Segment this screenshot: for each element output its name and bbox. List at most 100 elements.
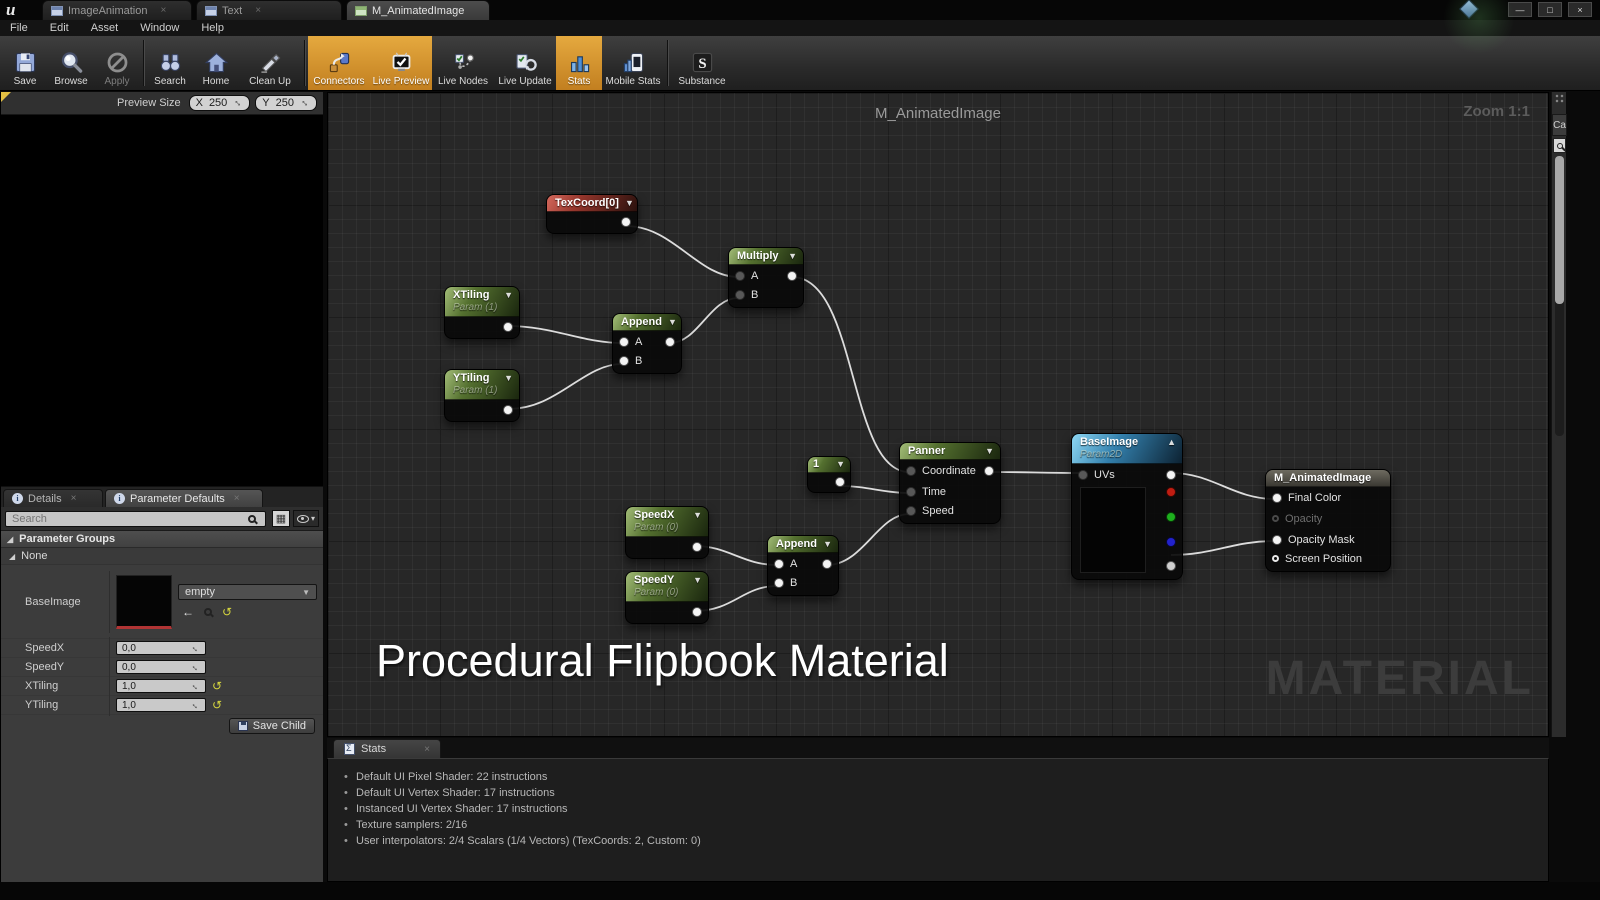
maximize-button[interactable]: □: [1538, 2, 1562, 17]
menu-help[interactable]: Help: [201, 22, 224, 34]
speedy-input[interactable]: 0,0 ↔: [116, 660, 206, 674]
home-button[interactable]: Home: [193, 36, 239, 90]
input-pin-b[interactable]: [735, 289, 745, 300]
drag-handle-icon[interactable]: ↔: [189, 641, 202, 654]
preview-y-spinbox[interactable]: Y 250 ↔: [255, 95, 317, 111]
chevron-down-icon[interactable]: ▼: [693, 574, 702, 585]
drag-handle-icon[interactable]: ↔: [189, 660, 202, 673]
output-pin[interactable]: [621, 217, 631, 227]
chevron-up-icon[interactable]: ▲: [1167, 436, 1176, 447]
node-constant-one[interactable]: 1 ▼: [807, 456, 851, 493]
input-pin-b[interactable]: [619, 355, 629, 366]
node-append-speed[interactable]: Append ▼ A B: [767, 535, 839, 596]
menu-asset[interactable]: Asset: [91, 22, 119, 34]
panel-grip-icon[interactable]: [1555, 94, 1564, 108]
chevron-down-icon[interactable]: ▼: [504, 372, 513, 383]
input-pin-time[interactable]: [906, 486, 916, 497]
vertical-scrollbar[interactable]: [1555, 156, 1564, 436]
output-pin[interactable]: [835, 477, 845, 487]
node-multiply[interactable]: Multiply ▼ A B: [728, 247, 804, 308]
node-texcoord[interactable]: TexCoord[0] ▼: [546, 194, 638, 234]
input-pin-coordinate[interactable]: [906, 465, 916, 476]
chevron-down-icon[interactable]: ▼: [823, 538, 832, 549]
input-pin-uvs[interactable]: [1078, 469, 1088, 480]
palette-search-icon[interactable]: [1553, 138, 1566, 153]
input-pin-screen-position[interactable]: [1272, 555, 1279, 562]
grid-view-button[interactable]: ▦: [272, 510, 290, 527]
close-tab-icon[interactable]: ×: [234, 493, 240, 504]
tab-parameter-defaults[interactable]: i Parameter Defaults ×: [105, 489, 263, 507]
search-input[interactable]: [5, 510, 266, 527]
drag-handle-icon[interactable]: ↔: [298, 95, 313, 110]
input-pin-a[interactable]: [774, 558, 784, 569]
node-append-tiling[interactable]: Append ▼ A B: [612, 313, 682, 374]
chevron-down-icon[interactable]: ▼: [693, 509, 702, 520]
scrollbar-thumb[interactable]: [1555, 156, 1564, 304]
output-pin[interactable]: [665, 336, 675, 347]
menu-window[interactable]: Window: [140, 22, 179, 34]
node-baseimage-texture[interactable]: BaseImage Param2D ▲ UVs: [1071, 433, 1183, 581]
node-material-output[interactable]: M_AnimatedImage Final Color Opacity Opac…: [1265, 469, 1391, 572]
chevron-down-icon[interactable]: ▼: [836, 458, 845, 469]
window-tab-imageanimation[interactable]: ImageAnimation ×: [42, 0, 192, 20]
output-pin[interactable]: [692, 607, 702, 618]
palette-side-tab[interactable]: Ca: [1552, 114, 1567, 136]
node-speedy[interactable]: SpeedY Param (0) ▼: [625, 571, 709, 625]
close-tab-icon[interactable]: ×: [255, 5, 261, 16]
input-pin-b[interactable]: [774, 577, 784, 588]
chevron-down-icon[interactable]: ▼: [625, 197, 634, 208]
input-pin-opacity[interactable]: [1272, 515, 1279, 522]
xtiling-input[interactable]: 1,0 ↔: [116, 679, 206, 693]
material-preview-viewport[interactable]: [1, 115, 323, 487]
node-xtiling[interactable]: XTiling Param (1) ▼: [444, 286, 520, 340]
window-tab-material[interactable]: M_AnimatedImage: [346, 0, 490, 20]
output-pin[interactable]: [503, 405, 513, 416]
connectors-button[interactable]: Connectors: [308, 36, 370, 90]
reset-icon[interactable]: ↺: [222, 605, 232, 619]
ytiling-input[interactable]: 1,0 ↔: [116, 698, 206, 712]
input-pin-a[interactable]: [619, 336, 629, 347]
search-button[interactable]: Search: [147, 36, 193, 90]
clean-up-button[interactable]: Clean Up: [239, 36, 301, 90]
output-pin[interactable]: [822, 558, 832, 569]
apply-button[interactable]: Apply: [94, 36, 140, 90]
output-pin[interactable]: [984, 465, 994, 476]
live-preview-button[interactable]: Live Preview: [370, 36, 432, 90]
browse-button[interactable]: Browse: [48, 36, 94, 90]
close-tab-icon[interactable]: ×: [161, 5, 167, 16]
output-pin-r[interactable]: [1166, 487, 1176, 498]
texture-select-dropdown[interactable]: empty ▼: [178, 584, 317, 600]
close-tab-icon[interactable]: ×: [71, 493, 77, 504]
reset-to-default-icon[interactable]: ↺: [212, 679, 222, 693]
texture-thumbnail[interactable]: [116, 574, 172, 629]
input-pin-a[interactable]: [735, 270, 745, 281]
output-pin-a[interactable]: [1166, 561, 1176, 572]
menu-edit[interactable]: Edit: [50, 22, 69, 34]
live-update-button[interactable]: Live Update: [494, 36, 556, 90]
live-nodes-button[interactable]: Live Nodes: [432, 36, 494, 90]
close-tab-icon[interactable]: ×: [424, 744, 430, 755]
output-pin-rgb[interactable]: [1166, 469, 1176, 480]
close-button[interactable]: ×: [1568, 2, 1592, 17]
output-pin[interactable]: [503, 322, 513, 333]
chevron-down-icon[interactable]: ▼: [504, 289, 513, 300]
node-panner[interactable]: Panner ▼ Coordinate Time Speed: [899, 442, 1001, 524]
tab-details[interactable]: i Details ×: [3, 489, 103, 507]
minimize-button[interactable]: —: [1508, 2, 1532, 17]
output-pin[interactable]: [787, 270, 797, 281]
browse-asset-icon[interactable]: [204, 608, 212, 616]
node-ytiling[interactable]: YTiling Param (1) ▼: [444, 369, 520, 423]
tab-stats[interactable]: Stats ×: [333, 739, 441, 758]
stats-button[interactable]: Stats: [556, 36, 602, 90]
window-tab-text[interactable]: Text ×: [196, 0, 342, 20]
drag-handle-icon[interactable]: ↔: [189, 698, 202, 711]
node-speedx[interactable]: SpeedX Param (0) ▼: [625, 506, 709, 560]
menu-file[interactable]: File: [10, 22, 28, 34]
chevron-down-icon[interactable]: ▼: [985, 445, 994, 456]
use-selected-icon[interactable]: ←: [182, 605, 194, 619]
output-pin[interactable]: [692, 542, 702, 553]
visibility-filter-button[interactable]: ▾: [293, 510, 319, 527]
group-none-row[interactable]: ◢ None: [1, 548, 323, 565]
substance-button[interactable]: S Substance: [671, 36, 733, 90]
chevron-down-icon[interactable]: ▼: [668, 316, 677, 327]
